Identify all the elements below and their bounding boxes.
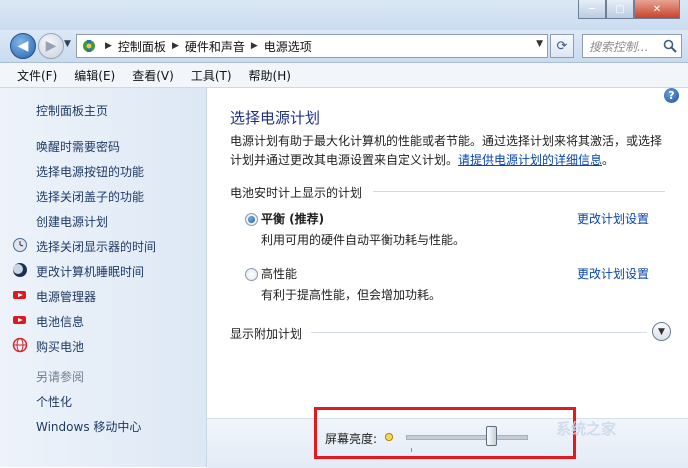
main-content: ? 选择电源计划 电源计划有助于最大化计算机的性能或者节能。通过选择计划来将其激… — [207, 88, 688, 418]
brightness-sun-icon — [383, 431, 395, 443]
menu-help[interactable]: 帮助(H) — [249, 67, 291, 84]
sidebar-item-mobility-center[interactable]: Windows 移动中心 — [36, 418, 141, 435]
battery-red-icon — [13, 291, 26, 299]
breadcrumb-separator-icon: ▶ — [105, 41, 112, 51]
plan-high-performance-radio[interactable] — [245, 268, 258, 281]
search-box[interactable]: 搜索控制... — [582, 34, 682, 58]
menu-edit[interactable]: 编辑(E) — [74, 67, 115, 84]
breadcrumb-hardware-sound[interactable]: 硬件和声音 — [185, 38, 245, 55]
maximize-button[interactable]: □ — [606, 0, 634, 19]
watermark-logo: 系统之家 — [556, 420, 617, 438]
expand-chevron-icon[interactable]: ▼ — [652, 322, 671, 341]
search-icon[interactable] — [662, 39, 678, 53]
forward-button[interactable]: ▶ — [38, 33, 64, 59]
menu-bar: 文件(F) 编辑(E) 查看(V) 工具(T) 帮助(H) — [0, 63, 688, 88]
navigation-bar: ◀ ▶ ▼ ▶ 控制面板 ▶ 硬件和声音 ▶ 电源选项 ▼ ⟳ 搜索控制... — [0, 30, 688, 63]
breadcrumb-separator-icon[interactable]: ▶ — [251, 41, 258, 51]
title-bar: ─ □ ✕ — [0, 0, 688, 30]
address-dropdown-icon[interactable]: ▼ — [536, 39, 543, 49]
back-button[interactable]: ◀ — [10, 33, 36, 59]
plan-balanced-desc: 利用可用的硬件自动平衡功耗与性能。 — [261, 233, 466, 247]
sidebar: 控制面板主页 唤醒时需要密码 选择电源按钮的功能 选择关闭盖子的功能 创建电源计… — [0, 88, 207, 467]
control-panel-icon — [79, 36, 99, 56]
sidebar-item-close-lid[interactable]: 选择关闭盖子的功能 — [36, 188, 144, 205]
address-bar[interactable]: ▶ 控制面板 ▶ 硬件和声音 ▶ 电源选项 ▼ — [76, 34, 548, 58]
search-input[interactable]: 搜索控制... — [583, 38, 662, 55]
moon-icon — [13, 263, 27, 277]
sidebar-item-personalization[interactable]: 个性化 — [36, 393, 72, 410]
sidebar-item-sleep-time[interactable]: 更改计算机睡眠时间 — [36, 263, 144, 280]
battery-red-icon — [13, 316, 26, 324]
plan-details-link[interactable]: 请提供电源计划的详细信息 — [458, 153, 602, 167]
plan-high-performance-change-link[interactable]: 更改计划设置 — [577, 265, 649, 282]
plan-high-performance-desc: 有利于提高性能，但会增加功耗。 — [261, 288, 442, 302]
brightness-slider-tick — [411, 448, 412, 452]
plan-balanced-change-link[interactable]: 更改计划设置 — [577, 210, 649, 227]
description-end: 。 — [602, 153, 615, 167]
arrow-right-icon: ▶ — [45, 38, 57, 54]
brightness-slider-thumb[interactable] — [485, 426, 497, 446]
show-additional-plans[interactable]: 显示附加计划 — [230, 325, 302, 342]
sidebar-control-panel-home[interactable]: 控制面板主页 — [36, 102, 108, 119]
menu-file[interactable]: 文件(F) — [17, 67, 57, 84]
globe-icon — [12, 337, 28, 353]
group-divider — [373, 191, 665, 192]
brightness-label: 屏幕亮度: — [325, 432, 378, 446]
window-controls: ─ □ ✕ — [578, 0, 680, 20]
display-clock-icon — [13, 238, 27, 252]
sidebar-item-battery-info[interactable]: 电池信息 — [36, 313, 84, 330]
menu-view[interactable]: 查看(V) — [132, 67, 174, 84]
plan-balanced-name[interactable]: 平衡 (推荐) — [261, 210, 324, 227]
menu-tools[interactable]: 工具(T) — [191, 67, 232, 84]
description: 电源计划有助于最大化计算机的性能或者节能。通过选择计划来将其激活，或选择计划并通… — [230, 132, 670, 170]
sidebar-item-buy-battery[interactable]: 购买电池 — [36, 338, 84, 355]
sidebar-item-wake-password[interactable]: 唤醒时需要密码 — [36, 138, 120, 155]
minimize-button[interactable]: ─ — [578, 0, 606, 19]
additional-divider — [311, 332, 647, 333]
sidebar-item-power-button[interactable]: 选择电源按钮的功能 — [36, 163, 144, 180]
refresh-icon: ⟳ — [556, 38, 568, 54]
breadcrumb-control-panel[interactable]: 控制面板 — [118, 38, 166, 55]
sidebar-item-create-plan[interactable]: 创建电源计划 — [36, 213, 108, 230]
group-heading: 电池安时计上显示的计划 — [230, 186, 363, 200]
sidebar-item-display-off[interactable]: 选择关闭显示器的时间 — [36, 238, 156, 255]
arrow-left-icon: ◀ — [17, 38, 29, 54]
breadcrumb-power-options[interactable]: 电源选项 — [264, 38, 312, 55]
see-also-heading: 另请参阅 — [36, 370, 85, 384]
breadcrumb-separator-icon[interactable]: ▶ — [172, 41, 179, 51]
plan-high-performance-name[interactable]: 高性能 — [261, 265, 297, 282]
help-icon[interactable]: ? — [664, 88, 679, 103]
plan-balanced-radio[interactable] — [245, 213, 258, 226]
refresh-button[interactable]: ⟳ — [550, 34, 574, 58]
history-dropdown-icon[interactable]: ▼ — [64, 39, 71, 49]
brightness-slider[interactable] — [406, 435, 528, 440]
sidebar-item-power-manager[interactable]: 电源管理器 — [36, 288, 96, 305]
page-title: 选择电源计划 — [230, 109, 321, 127]
close-button[interactable]: ✕ — [634, 0, 680, 19]
